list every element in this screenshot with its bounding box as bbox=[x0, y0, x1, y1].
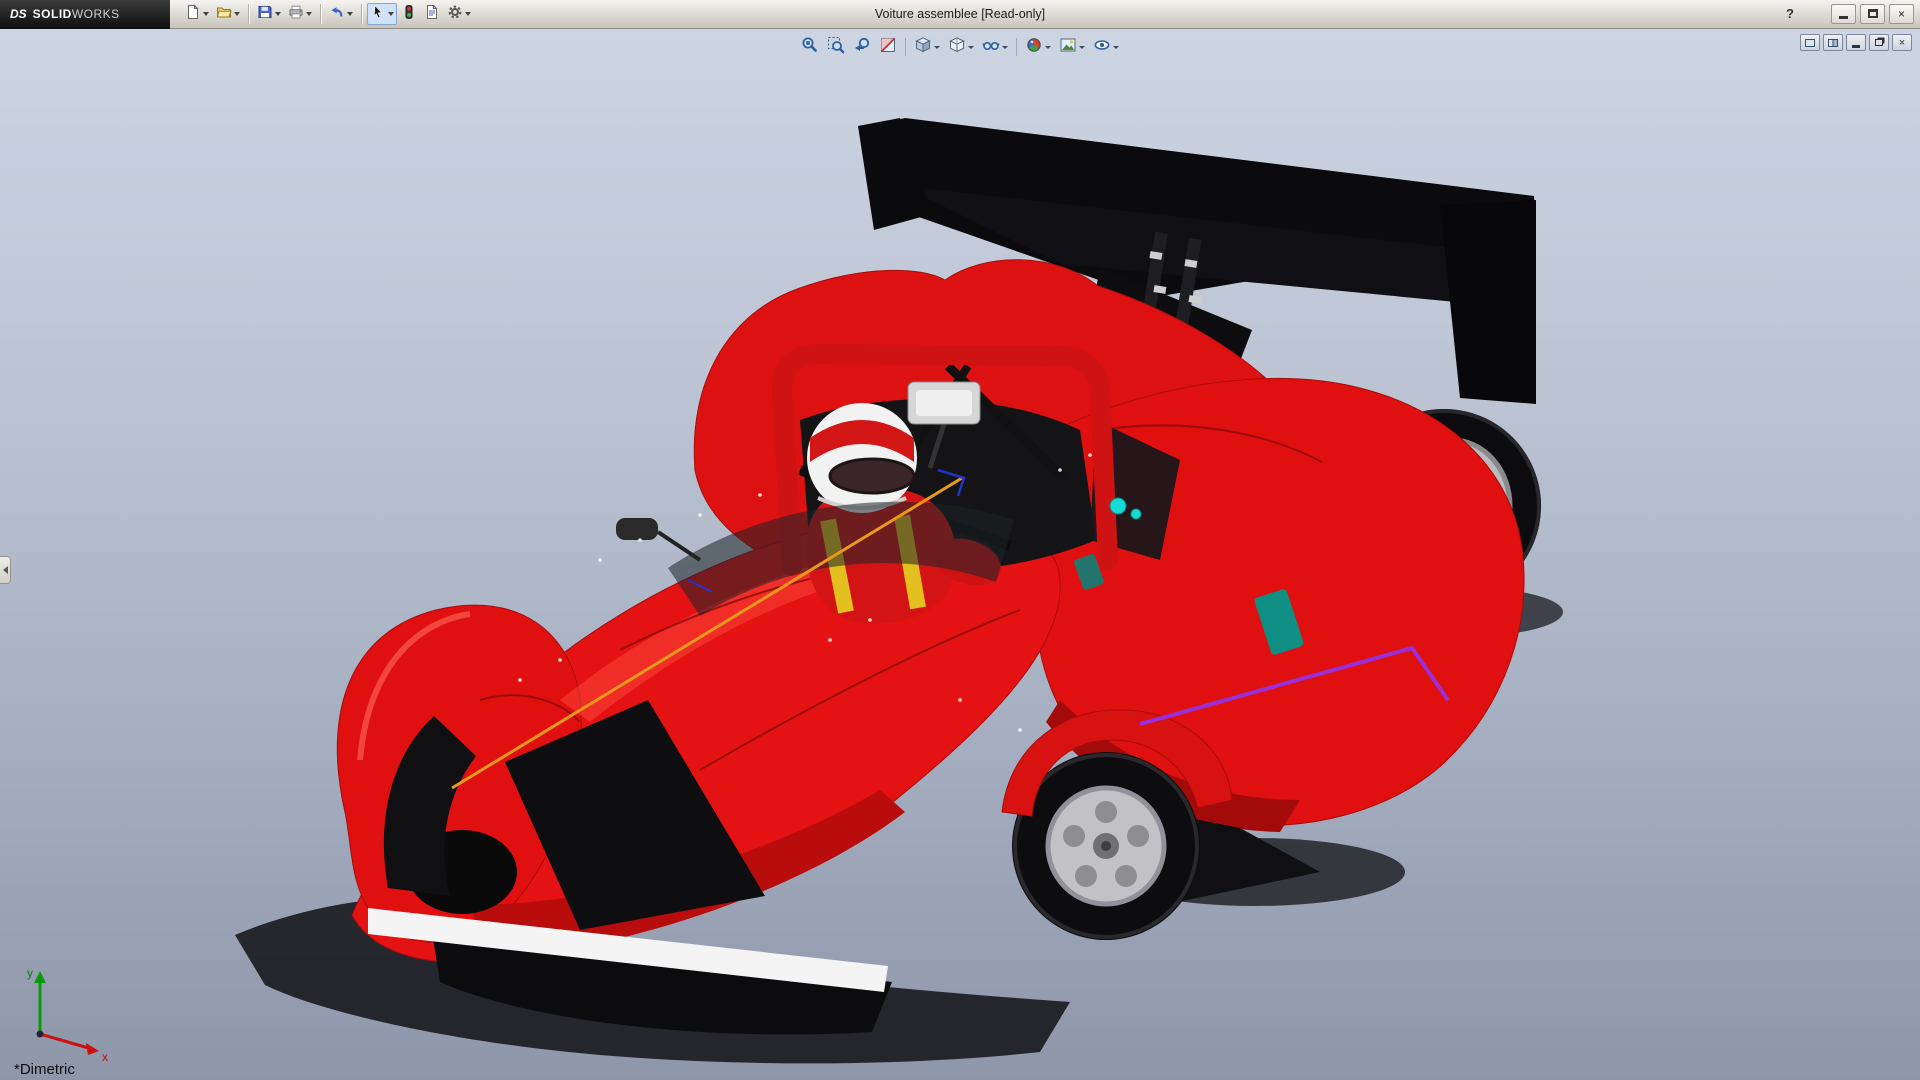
file-properties-button[interactable] bbox=[421, 3, 443, 25]
zoom-to-area-button[interactable] bbox=[824, 35, 848, 59]
reference-triad: y x bbox=[27, 966, 108, 1064]
undo-arrow-icon bbox=[329, 4, 345, 25]
previous-view-icon bbox=[853, 36, 871, 59]
chevron-down-icon[interactable] bbox=[1113, 46, 1119, 49]
printer-icon bbox=[288, 4, 304, 25]
display-style-icon bbox=[948, 36, 966, 59]
chevron-down-icon[interactable] bbox=[1045, 46, 1051, 49]
open-folder-icon bbox=[216, 4, 232, 25]
main-toolbar bbox=[182, 3, 474, 25]
scene-picture-icon bbox=[1059, 36, 1077, 59]
maximize-button[interactable] bbox=[1860, 4, 1885, 24]
doc-close-button[interactable]: × bbox=[1892, 34, 1912, 51]
title-bar: DS SOLIDWORKS bbox=[0, 0, 1920, 29]
eye-icon bbox=[1093, 36, 1111, 59]
open-button[interactable] bbox=[213, 3, 243, 25]
file-properties-icon bbox=[424, 4, 440, 25]
car-model[interactable]: y x bbox=[0, 29, 1920, 1080]
appearance-sphere-icon bbox=[1025, 36, 1043, 59]
minimize-button[interactable] bbox=[1831, 4, 1856, 24]
ds-logo-icon: DS bbox=[10, 7, 27, 21]
help-button[interactable]: ? bbox=[1779, 3, 1801, 24]
restore-icon bbox=[1875, 39, 1883, 46]
chevron-down-icon[interactable] bbox=[306, 12, 312, 16]
maximize-icon bbox=[1868, 9, 1878, 18]
minimize-icon bbox=[1852, 45, 1860, 48]
chevron-left-icon bbox=[3, 566, 8, 574]
save-floppy-icon bbox=[257, 4, 273, 25]
zoom-area-icon bbox=[827, 36, 845, 59]
chevron-down-icon[interactable] bbox=[1002, 46, 1008, 49]
previous-view-button[interactable] bbox=[850, 35, 874, 59]
split-pane-icon bbox=[1828, 39, 1838, 47]
select-button[interactable] bbox=[367, 3, 397, 25]
rebuild-stoplight-icon bbox=[401, 4, 417, 25]
apply-scene-button[interactable] bbox=[1056, 35, 1088, 59]
toolbar-separator bbox=[320, 4, 321, 24]
window-controls: ? × bbox=[1779, 3, 1914, 24]
chevron-down-icon[interactable] bbox=[203, 12, 209, 16]
heads-up-view-toolbar bbox=[792, 33, 1128, 61]
gear-icon bbox=[447, 4, 463, 25]
chevron-down-icon[interactable] bbox=[347, 12, 353, 16]
chevron-down-icon[interactable] bbox=[275, 12, 281, 16]
chevron-down-icon[interactable] bbox=[968, 46, 974, 49]
axis-x-label: x bbox=[102, 1050, 108, 1064]
new-button[interactable] bbox=[182, 3, 212, 25]
doc-minimize-button[interactable] bbox=[1846, 34, 1866, 51]
view-orientation-button[interactable] bbox=[911, 35, 943, 59]
display-pane-button[interactable] bbox=[1800, 34, 1820, 51]
glasses-icon bbox=[982, 36, 1000, 59]
window-title: Voiture assemblee [Read-only] bbox=[875, 7, 1045, 21]
display-style-button[interactable] bbox=[945, 35, 977, 59]
chevron-down-icon[interactable] bbox=[234, 12, 240, 16]
edit-appearance-button[interactable] bbox=[1022, 35, 1054, 59]
section-view-button[interactable] bbox=[876, 35, 900, 59]
toolbar-separator bbox=[905, 38, 906, 56]
view-cube-icon bbox=[914, 36, 932, 59]
toolbar-separator bbox=[1016, 38, 1017, 56]
zoom-fit-icon bbox=[801, 36, 819, 59]
view-settings-button[interactable] bbox=[1090, 35, 1122, 59]
graphics-viewport[interactable]: y x bbox=[0, 29, 1920, 1080]
hide-show-items-button[interactable] bbox=[979, 35, 1011, 59]
doc-restore-button[interactable] bbox=[1869, 34, 1889, 51]
pane-icon bbox=[1805, 39, 1815, 47]
chevron-down-icon[interactable] bbox=[388, 12, 394, 16]
section-view-icon bbox=[879, 36, 897, 59]
zoom-to-fit-button[interactable] bbox=[798, 35, 822, 59]
new-document-icon bbox=[185, 4, 201, 25]
chevron-down-icon[interactable] bbox=[1079, 46, 1085, 49]
brand-text: SOLIDWORKS bbox=[33, 7, 120, 21]
print-button[interactable] bbox=[285, 3, 315, 25]
minimize-icon bbox=[1839, 16, 1848, 19]
split-pane-button[interactable] bbox=[1823, 34, 1843, 51]
solidworks-logo: DS SOLIDWORKS bbox=[0, 0, 170, 29]
undo-button[interactable] bbox=[326, 3, 356, 25]
save-button[interactable] bbox=[254, 3, 284, 25]
view-orientation-label: *Dimetric bbox=[14, 1061, 75, 1078]
axis-y-label: y bbox=[27, 966, 33, 980]
chevron-down-icon[interactable] bbox=[934, 46, 940, 49]
toolbar-separator bbox=[248, 4, 249, 24]
cursor-arrow-icon bbox=[370, 4, 386, 25]
toolbar-separator bbox=[361, 4, 362, 24]
chevron-down-icon[interactable] bbox=[465, 12, 471, 16]
feature-panel-collapse-tab[interactable] bbox=[0, 556, 11, 584]
options-button[interactable] bbox=[444, 3, 474, 25]
document-window-controls: × bbox=[1800, 34, 1912, 51]
close-button[interactable]: × bbox=[1889, 4, 1914, 24]
rebuild-button[interactable] bbox=[398, 3, 420, 25]
